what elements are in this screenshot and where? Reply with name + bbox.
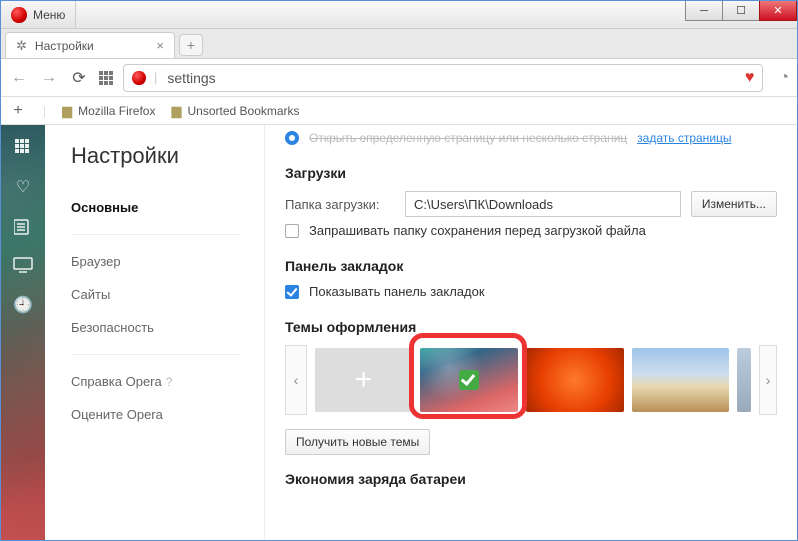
extensions-icon[interactable]: ◔ [779, 69, 789, 87]
section-bookmarks-title: Панель закладок [285, 258, 777, 274]
folder-icon: ▆ [171, 103, 181, 119]
maximize-button[interactable]: ☐ [722, 1, 760, 21]
address-input[interactable] [165, 69, 736, 87]
tab-strip: ✲ Настройки × + [1, 29, 797, 59]
forward-button[interactable]: → [39, 69, 59, 87]
speed-dial-rail-icon[interactable] [15, 139, 31, 155]
folder-icon: ▆ [62, 103, 72, 119]
history-rail-icon[interactable]: 🕘 [13, 295, 33, 315]
sidebar-item-help[interactable]: Справка Opera? [71, 365, 264, 398]
help-icon: ? [166, 375, 173, 389]
ask-before-download-label: Запрашивать папку сохранения перед загру… [309, 223, 646, 238]
close-button[interactable]: ✕ [759, 1, 797, 21]
opera-logo-icon [11, 7, 27, 23]
download-folder-label: Папка загрузки: [285, 197, 395, 212]
settings-title: Настройки [71, 143, 264, 169]
new-tab-button[interactable]: + [179, 34, 203, 56]
section-downloads-title: Загрузки [285, 165, 777, 181]
themes-next-button[interactable]: › [759, 345, 777, 415]
tab-close-icon[interactable]: × [156, 38, 164, 53]
address-bar[interactable]: | ♥ [123, 64, 763, 92]
set-pages-link[interactable]: задать страницы [637, 131, 731, 145]
settings-content: Открыть определенную страницу или нескол… [265, 125, 797, 540]
menu-label: Меню [33, 8, 65, 22]
app-menu-button[interactable]: Меню [1, 1, 76, 28]
ask-before-download-row[interactable]: Запрашивать папку сохранения перед загру… [285, 223, 777, 238]
startup-option-row[interactable]: Открыть определенную страницу или нескол… [285, 131, 777, 145]
window-controls: ─ ☐ ✕ [686, 1, 797, 21]
sidebar-item-sites[interactable]: Сайты [71, 278, 264, 311]
main-area: ♡ 🕘 Настройки Основные Браузер Сайты Без… [1, 125, 797, 540]
bookmark-folder[interactable]: ▆ Mozilla Firefox [62, 103, 155, 119]
section-themes-title: Темы оформления [285, 319, 777, 335]
bookmark-bar: + | ▆ Mozilla Firefox ▆ Unsorted Bookmar… [1, 97, 797, 125]
section-battery-title: Экономия заряда батареи [285, 471, 777, 487]
monitor-rail-icon[interactable] [13, 257, 33, 273]
side-rail: ♡ 🕘 [1, 125, 45, 540]
minimize-button[interactable]: ─ [685, 1, 723, 21]
reload-button[interactable]: ⟳ [69, 68, 89, 88]
themes-prev-button[interactable]: ‹ [285, 345, 307, 415]
checkbox-checked-icon[interactable] [285, 285, 299, 299]
title-bar: Меню ─ ☐ ✕ [1, 1, 797, 29]
download-folder-input[interactable] [405, 191, 681, 217]
speed-dial-icon[interactable] [99, 71, 113, 85]
tab-label: Настройки [35, 39, 94, 53]
sidebar-item-basic[interactable]: Основные [71, 191, 264, 224]
settings-sidebar: Настройки Основные Браузер Сайты Безопас… [45, 125, 265, 540]
news-rail-icon[interactable] [14, 219, 32, 235]
back-button[interactable]: ← [9, 69, 29, 87]
navigation-toolbar: ← → ⟳ | ♥ ◔ [1, 59, 797, 97]
radio-checked-icon [285, 131, 299, 145]
theme-tile-partial[interactable] [737, 348, 751, 412]
bookmarks-rail-icon[interactable]: ♡ [16, 177, 30, 197]
bookmark-folder[interactable]: ▆ Unsorted Bookmarks [171, 103, 299, 119]
add-bookmark-button[interactable]: + [9, 102, 27, 120]
themes-row: ‹ + › [285, 345, 777, 415]
change-folder-button[interactable]: Изменить... [691, 191, 777, 217]
check-icon [459, 370, 479, 390]
theme-add-tile[interactable]: + [315, 348, 413, 412]
tab-settings[interactable]: ✲ Настройки × [5, 32, 175, 58]
theme-tile-selected[interactable] [420, 348, 518, 412]
download-folder-row: Папка загрузки: Изменить... [285, 191, 777, 217]
theme-tile[interactable] [632, 348, 730, 412]
sidebar-item-rate[interactable]: Оцените Opera [71, 398, 264, 431]
gear-icon: ✲ [16, 38, 27, 54]
theme-tile[interactable] [526, 348, 624, 412]
show-bookmarks-label: Показывать панель закладок [309, 284, 485, 299]
get-more-themes-button[interactable]: Получить новые темы [285, 429, 430, 455]
checkbox-unchecked-icon[interactable] [285, 224, 299, 238]
sidebar-item-browser[interactable]: Браузер [71, 245, 264, 278]
bookmark-label: Mozilla Firefox [78, 104, 155, 118]
plus-icon: + [355, 363, 373, 397]
opera-o-icon [132, 71, 146, 85]
show-bookmarks-row[interactable]: Показывать панель закладок [285, 284, 777, 299]
heart-icon[interactable]: ♥ [745, 69, 755, 87]
sidebar-item-security[interactable]: Безопасность [71, 311, 264, 344]
bookmark-label: Unsorted Bookmarks [187, 104, 299, 118]
